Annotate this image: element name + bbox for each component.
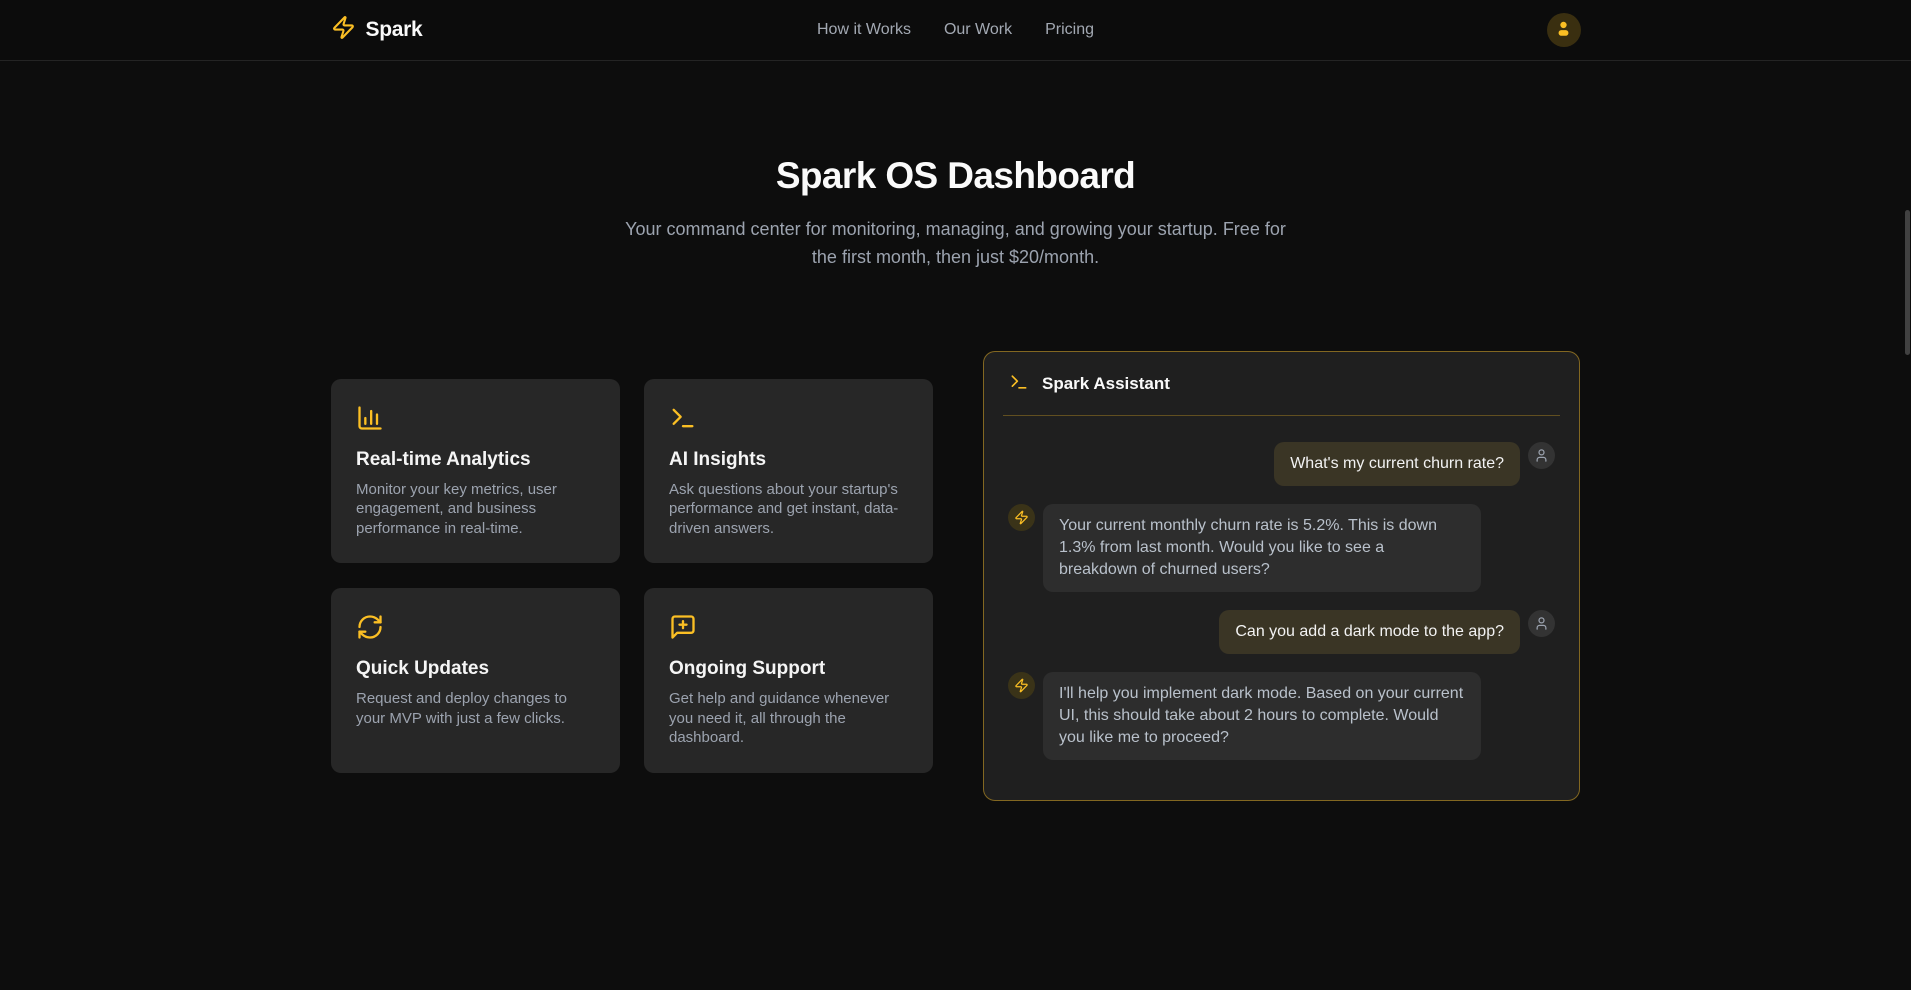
- refresh-icon: [356, 613, 384, 641]
- feature-description: Monitor your key metrics, user engagemen…: [356, 480, 595, 539]
- message-bubble: Can you add a dark mode to the app?: [1219, 610, 1520, 654]
- feature-card-ai-insights: AI Insights Ask questions about your sta…: [644, 379, 933, 564]
- nav-link-how-it-works[interactable]: How it Works: [817, 21, 911, 39]
- user-avatar: [1528, 610, 1555, 637]
- feature-description: Ask questions about your startup's perfo…: [669, 480, 908, 539]
- feature-title: Quick Updates: [356, 658, 595, 680]
- brand-name: Spark: [366, 18, 423, 42]
- spark-assistant-panel: Spark Assistant What's my current churn …: [983, 351, 1580, 801]
- assistant-avatar: [1008, 504, 1035, 531]
- top-nav: Spark How it Works Our Work Pricing: [0, 0, 1911, 61]
- message-bubble: I'll help you implement dark mode. Based…: [1043, 672, 1481, 760]
- feature-card-quick-updates: Quick Updates Request and deploy changes…: [331, 588, 620, 773]
- zap-icon: [1014, 510, 1029, 525]
- hero-subtitle: Your command center for monitoring, mana…: [620, 215, 1292, 271]
- main-section: Real-time Analytics Monitor your key met…: [0, 351, 1911, 801]
- user-avatar: [1528, 442, 1555, 469]
- feature-card-real-time-analytics: Real-time Analytics Monitor your key met…: [331, 379, 620, 564]
- message-bubble: What's my current churn rate?: [1274, 442, 1520, 486]
- hero-section: Spark OS Dashboard Your command center f…: [0, 61, 1911, 271]
- feature-title: AI Insights: [669, 449, 908, 471]
- nav-links: How it Works Our Work Pricing: [817, 0, 1094, 60]
- message-square-plus-icon: [669, 613, 697, 641]
- chart-column-icon: [356, 404, 384, 432]
- feature-description: Request and deploy changes to your MVP w…: [356, 689, 595, 728]
- user-icon: [1534, 616, 1549, 631]
- terminal-icon: [669, 404, 697, 432]
- feature-card-ongoing-support: Ongoing Support Get help and guidance wh…: [644, 588, 933, 773]
- brand-logo[interactable]: Spark: [331, 15, 423, 45]
- user-icon: [1554, 19, 1573, 41]
- page-scrollbar-thumb[interactable]: [1905, 210, 1910, 355]
- chat-message-assistant: Your current monthly churn rate is 5.2%.…: [1008, 504, 1555, 592]
- page-title: Spark OS Dashboard: [0, 156, 1911, 197]
- user-icon: [1534, 448, 1549, 463]
- feature-grid: Real-time Analytics Monitor your key met…: [331, 379, 933, 773]
- message-list: What's my current churn rate? Your curre…: [984, 416, 1579, 800]
- feature-title: Real-time Analytics: [356, 449, 595, 471]
- zap-icon: [331, 15, 356, 45]
- assistant-title: Spark Assistant: [1042, 374, 1170, 394]
- nav-link-pricing[interactable]: Pricing: [1045, 21, 1094, 39]
- feature-description: Get help and guidance whenever you need …: [669, 689, 908, 748]
- assistant-header: Spark Assistant: [984, 352, 1579, 415]
- zap-icon: [1014, 678, 1029, 693]
- terminal-icon: [1009, 372, 1029, 397]
- chat-message-user: What's my current churn rate?: [1008, 442, 1555, 486]
- assistant-avatar: [1008, 672, 1035, 699]
- message-bubble: Your current monthly churn rate is 5.2%.…: [1043, 504, 1481, 592]
- chat-message-user: Can you add a dark mode to the app?: [1008, 610, 1555, 654]
- feature-title: Ongoing Support: [669, 658, 908, 680]
- chat-message-assistant: I'll help you implement dark mode. Based…: [1008, 672, 1555, 760]
- nav-link-our-work[interactable]: Our Work: [944, 21, 1012, 39]
- user-avatar-button[interactable]: [1547, 13, 1581, 47]
